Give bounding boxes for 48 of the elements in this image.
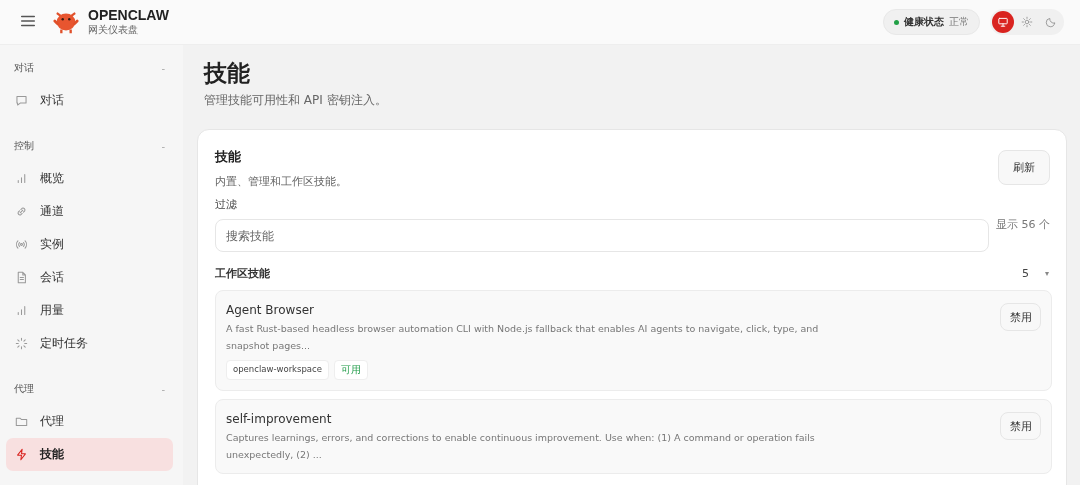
- page-title: 技能: [204, 59, 251, 88]
- skill-description: Captures learnings, errors, and corrections to enable continuous improvement. Use when: (1) A command or operation fails unexpectedly, (2) ...: [226, 431, 816, 462]
- moon-icon: [1045, 16, 1057, 28]
- disable-button[interactable]: 禁用: [1000, 303, 1041, 331]
- broadcast-icon: [15, 238, 28, 251]
- nav-item[interactable]: 概览: [6, 162, 173, 195]
- panel-title: 技能: [215, 148, 242, 166]
- section-label: 控制: [14, 139, 34, 153]
- section-label: 对话: [14, 61, 34, 75]
- folder-icon: [15, 415, 28, 428]
- filter-label: 过滤: [215, 197, 238, 212]
- skill-name: self-improvement: [226, 412, 333, 426]
- caret-icon[interactable]: ▾: [1045, 268, 1049, 278]
- nav-item[interactable]: 定时任务: [6, 327, 173, 360]
- refresh-button[interactable]: 刷新: [998, 150, 1050, 185]
- nav-item[interactable]: 技能: [6, 438, 173, 471]
- bar-chart-icon: [15, 304, 28, 317]
- loader-icon: [15, 337, 28, 350]
- panel-description: 内置、管理和工作区技能。: [215, 174, 347, 189]
- speech-bubble-icon: [15, 94, 28, 107]
- search-field[interactable]: 搜索技能: [215, 219, 989, 252]
- document-icon: [15, 271, 28, 284]
- group-title: 工作区技能: [215, 265, 270, 281]
- monitor-icon: [997, 16, 1009, 28]
- group-count: 5: [1022, 266, 1029, 280]
- lightning-icon: [15, 448, 28, 461]
- health-label: 健康状态: [904, 15, 944, 29]
- section-label: 代理: [14, 382, 34, 396]
- bar-chart-icon: [15, 172, 28, 185]
- skill-name: Agent Browser: [226, 303, 315, 317]
- nav-item[interactable]: 用量: [6, 294, 173, 327]
- nav-item[interactable]: 对话: [6, 84, 173, 117]
- sun-icon: [1021, 16, 1033, 28]
- nav-item[interactable]: 实例: [6, 228, 173, 261]
- skill-description: A fast Rust-based headless browser automation CLI with Node.js fallback that enables AI agents to navigate, click, type, and snapshot pages...: [226, 322, 820, 353]
- theme-button[interactable]: [992, 11, 1014, 33]
- disable-button[interactable]: 禁用: [1000, 412, 1041, 440]
- page-subtitle: 管理技能可用性和 API 密钥注入。: [204, 92, 388, 109]
- nav-item[interactable]: 代理: [6, 405, 173, 438]
- nav-item[interactable]: 通道: [6, 195, 173, 228]
- health-value: 正常: [949, 15, 969, 29]
- link-icon: [15, 205, 28, 218]
- tag: openclaw-workspace: [226, 360, 329, 380]
- result-count: 显示 56 个: [996, 217, 1050, 232]
- tag: 可用: [334, 360, 368, 380]
- brand-name: OPENCLAW: [88, 8, 169, 23]
- brand-subtitle: 网关仪表盘: [88, 23, 139, 36]
- nav-item[interactable]: 会话: [6, 261, 173, 294]
